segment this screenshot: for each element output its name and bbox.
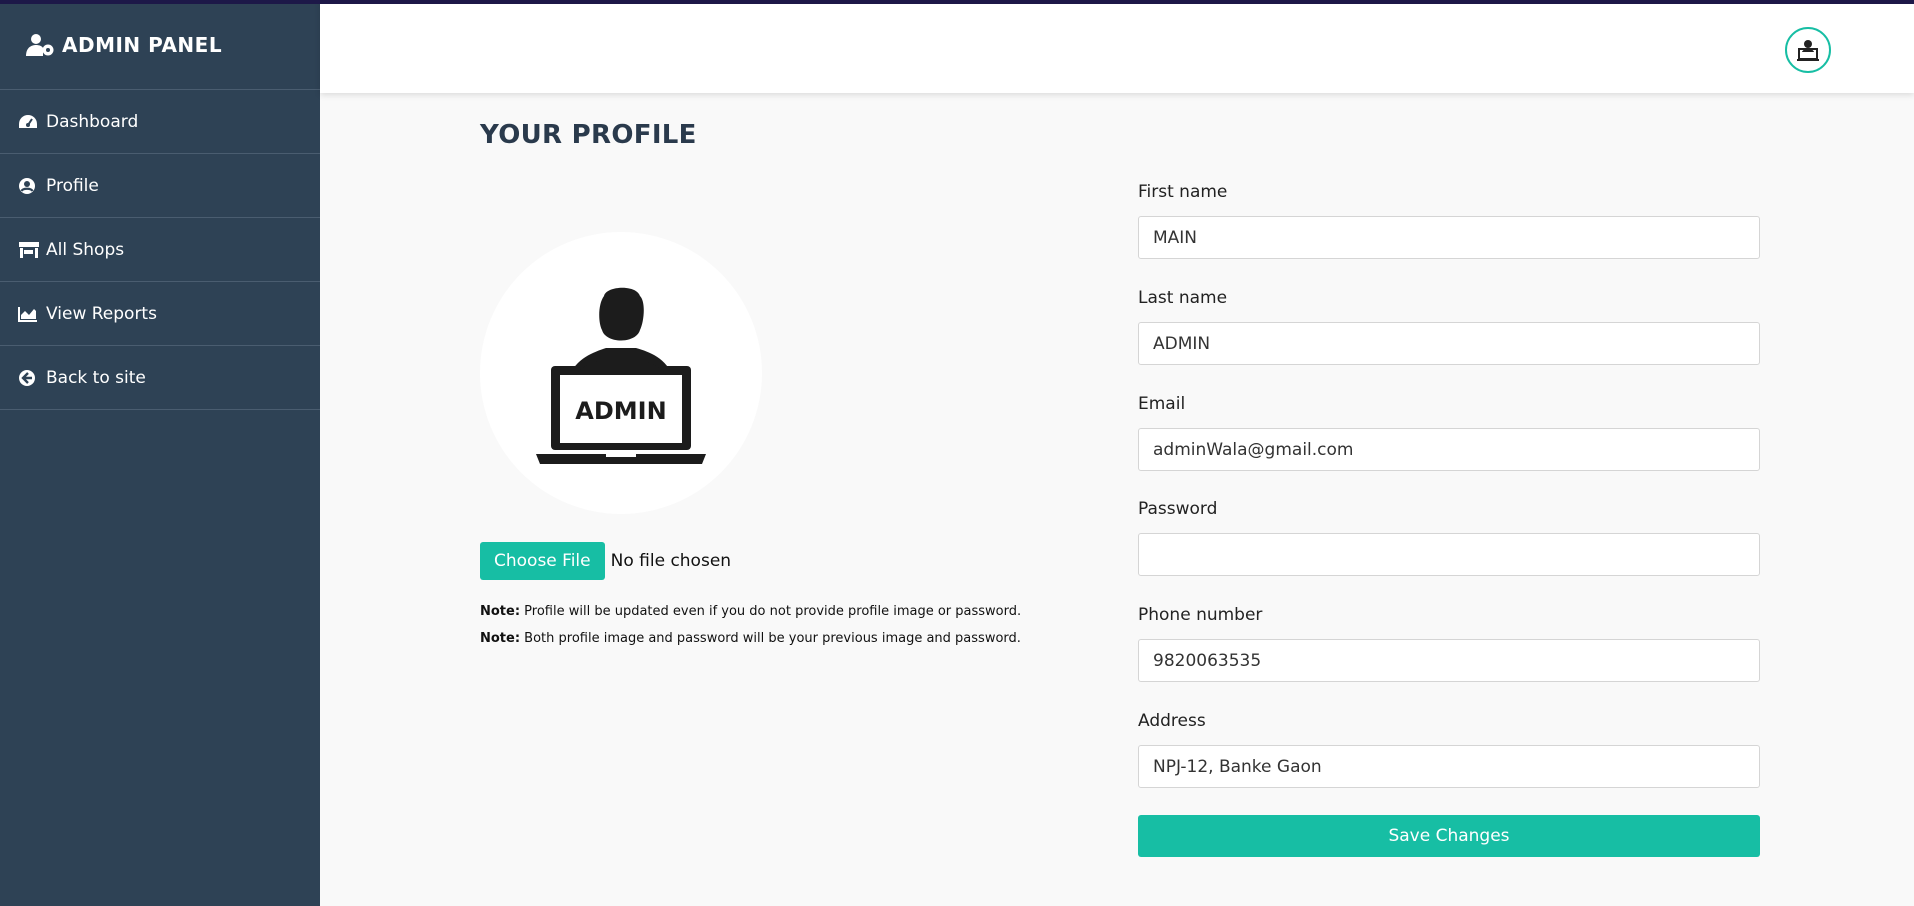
- brand-title: ADMIN PANEL: [62, 32, 223, 57]
- store-icon: [18, 241, 40, 259]
- sidebar-item-dashboard[interactable]: Dashboard: [0, 90, 320, 154]
- page-title: YOUR PROFILE: [480, 120, 697, 150]
- note-text: Note: Both profile image and password wi…: [480, 631, 1021, 646]
- address-label: Address: [1138, 711, 1206, 731]
- profile-image-text: ADMIN: [575, 397, 666, 425]
- admin-avatar-icon: [1797, 40, 1819, 61]
- profile-image: ADMIN: [480, 232, 762, 514]
- sidebar-item-profile[interactable]: Profile: [0, 154, 320, 218]
- sidebar-item-label: Dashboard: [46, 111, 139, 132]
- arrow-circle-left-icon: [18, 369, 40, 387]
- user-gear-icon: [26, 33, 54, 56]
- first-name-label: First name: [1138, 182, 1228, 202]
- note-text: Note: Profile will be updated even if yo…: [480, 604, 1021, 619]
- sidebar-item-label: View Reports: [46, 303, 157, 324]
- admin-laptop-icon: ADMIN: [536, 287, 706, 464]
- brand[interactable]: ADMIN PANEL: [0, 0, 320, 90]
- email-field[interactable]: [1138, 428, 1760, 471]
- chart-area-icon: [18, 305, 40, 323]
- dashboard-icon: [18, 113, 40, 131]
- save-changes-button[interactable]: Save Changes: [1138, 815, 1760, 857]
- sidebar-item-label: All Shops: [46, 239, 125, 260]
- password-label: Password: [1138, 499, 1218, 519]
- user-circle-icon: [18, 177, 40, 195]
- file-upload: Choose File No file chosen: [480, 542, 731, 580]
- note-body: Profile will be updated even if you do n…: [520, 604, 1022, 619]
- top-header: [320, 0, 1914, 93]
- note-label: Note:: [480, 631, 521, 646]
- note-label: Note:: [480, 604, 521, 619]
- email-label: Email: [1138, 394, 1186, 414]
- sidebar: ADMIN PANEL Dashboard Profile All Shops …: [0, 0, 320, 906]
- password-field[interactable]: [1138, 533, 1760, 576]
- address-field[interactable]: [1138, 745, 1760, 788]
- user-avatar-button[interactable]: [1785, 27, 1831, 73]
- last-name-label: Last name: [1138, 288, 1228, 308]
- choose-file-button[interactable]: Choose File: [480, 542, 605, 580]
- sidebar-item-view-reports[interactable]: View Reports: [0, 282, 320, 346]
- first-name-field[interactable]: [1138, 216, 1760, 259]
- sidebar-item-all-shops[interactable]: All Shops: [0, 218, 320, 282]
- phone-label: Phone number: [1138, 605, 1263, 625]
- top-accent-line: [0, 0, 1914, 4]
- phone-field[interactable]: [1138, 639, 1760, 682]
- last-name-field[interactable]: [1138, 322, 1760, 365]
- sidebar-item-label: Profile: [46, 175, 99, 196]
- sidebar-item-label: Back to site: [46, 367, 146, 388]
- note-body: Both profile image and password will be …: [520, 631, 1021, 646]
- sidebar-item-back-to-site[interactable]: Back to site: [0, 346, 320, 410]
- file-status-text: No file chosen: [610, 551, 732, 571]
